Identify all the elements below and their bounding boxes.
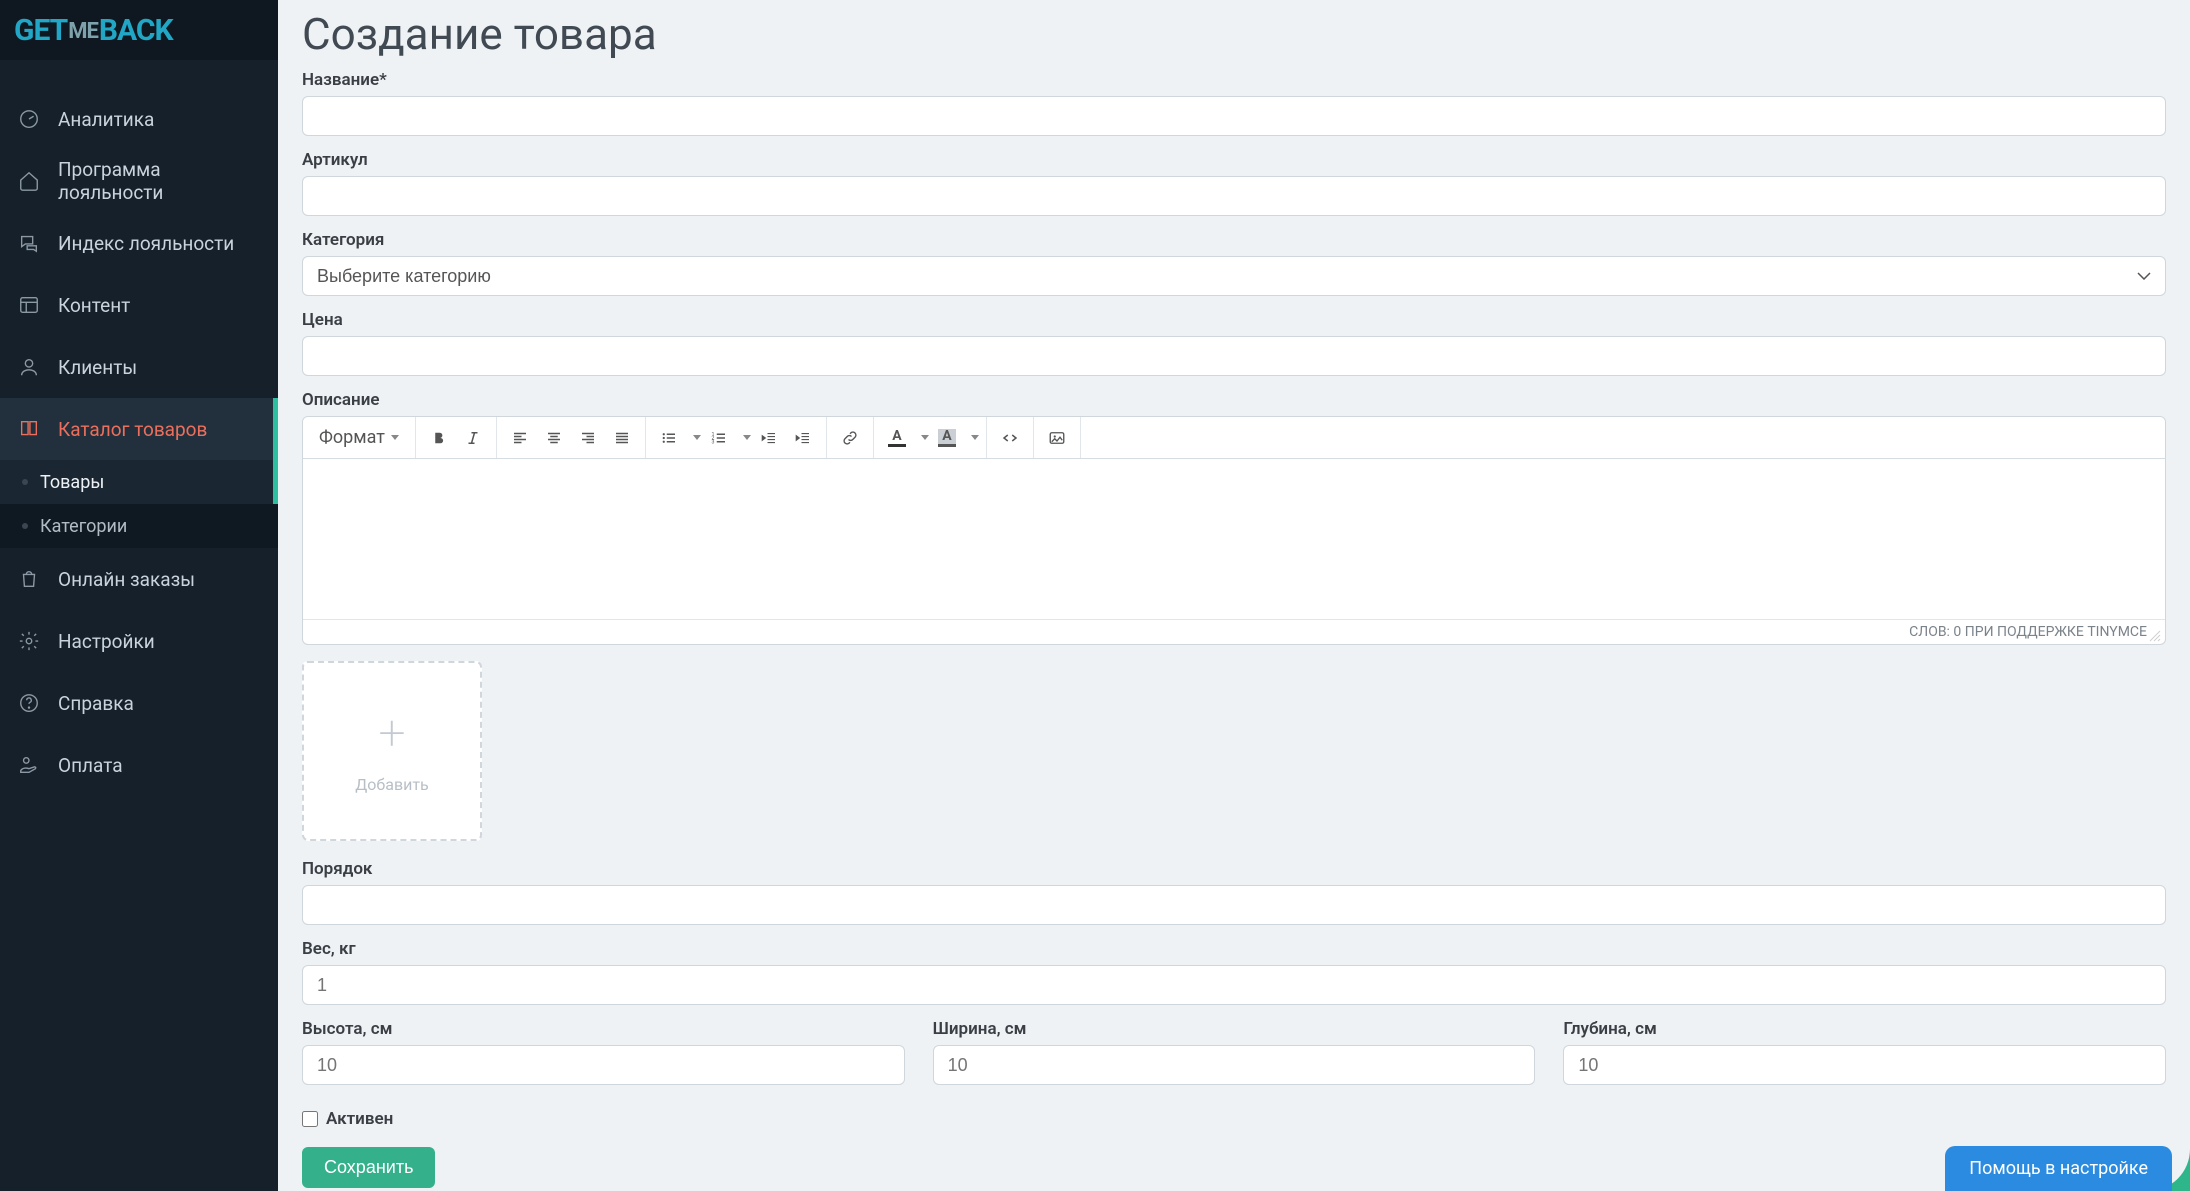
outdent-button[interactable] (752, 421, 786, 455)
editor-textarea[interactable] (303, 459, 2165, 619)
label-category: Категория (302, 230, 2166, 250)
height-input[interactable] (302, 1045, 905, 1085)
bullet-list-button[interactable] (652, 421, 686, 455)
sidebar-item-label: Каталог товаров (58, 418, 207, 441)
code-button[interactable] (993, 421, 1027, 455)
sidebar-item-label: Индекс лояльности (58, 232, 234, 255)
active-checkbox[interactable] (302, 1111, 318, 1127)
user-icon (18, 356, 40, 378)
depth-input[interactable] (1563, 1045, 2166, 1085)
sidebar-item-label: Настройки (58, 630, 155, 653)
save-button[interactable]: Сохранить (302, 1147, 435, 1188)
layout-icon (18, 294, 40, 316)
sidebar-item-clients[interactable]: Клиенты (0, 336, 278, 398)
help-widget[interactable]: Помощь в настройке (1945, 1146, 2172, 1191)
label-active[interactable]: Активен (326, 1109, 393, 1129)
bg-color-button[interactable]: A (930, 421, 964, 455)
bg-color-dropdown[interactable] (964, 421, 980, 455)
sidebar-item-loyalty-program[interactable]: Программа лояльности (0, 150, 278, 212)
sidebar-sub-categories[interactable]: Категории (0, 504, 278, 548)
label-weight: Вес, кг (302, 939, 2166, 959)
number-list-dropdown[interactable] (736, 421, 752, 455)
sidebar-item-settings[interactable]: Настройки (0, 610, 278, 672)
sidebar-item-payment[interactable]: Оплата (0, 734, 278, 796)
align-justify-button[interactable] (605, 421, 639, 455)
chat-icon (18, 232, 40, 254)
svg-text:3: 3 (711, 439, 714, 445)
editor-status: СЛОВ: 0 ПРИ ПОДДЕРЖКЕ TINYMCE (303, 619, 2165, 644)
logo-part-back: BACK (99, 13, 173, 48)
gauge-icon (18, 108, 40, 130)
hand-coin-icon (18, 754, 40, 776)
label-price: Цена (302, 310, 2166, 330)
number-list-button[interactable]: 123 (702, 421, 736, 455)
sidebar-item-catalog[interactable]: Каталог товаров (0, 398, 278, 460)
sidebar-item-label: Клиенты (58, 356, 137, 379)
label-depth: Глубина, см (1563, 1019, 2166, 1039)
italic-button[interactable] (456, 421, 490, 455)
align-right-button[interactable] (571, 421, 605, 455)
nav: Аналитика Программа лояльности Индекс ло… (0, 60, 278, 1191)
gear-icon (18, 630, 40, 652)
plus-icon: + (378, 709, 405, 757)
sidebar-item-label: Справка (58, 692, 134, 715)
main: Создание товара Название* Артикул Катего… (278, 0, 2190, 1191)
format-dropdown[interactable]: Формат (309, 421, 409, 455)
sidebar-item-label: Оплата (58, 754, 123, 777)
order-input[interactable] (302, 885, 2166, 925)
image-button[interactable] (1040, 421, 1074, 455)
align-center-button[interactable] (537, 421, 571, 455)
label-description: Описание (302, 390, 2166, 410)
sidebar-item-label: Аналитика (58, 108, 154, 131)
book-icon (18, 418, 40, 440)
sidebar-sub-products[interactable]: Товары (0, 460, 278, 504)
logo-part-me: ME (68, 19, 98, 44)
sidebar-item-label: Программа лояльности (58, 158, 260, 204)
indent-button[interactable] (786, 421, 820, 455)
sku-input[interactable] (302, 176, 2166, 216)
logo-part-get: GET (14, 13, 67, 48)
name-input[interactable] (302, 96, 2166, 136)
label-width: Ширина, см (933, 1019, 1536, 1039)
text-color-button[interactable]: A (880, 421, 914, 455)
logo: GETMEBACK (0, 0, 278, 60)
price-input[interactable] (302, 336, 2166, 376)
add-image-button[interactable]: + Добавить (302, 661, 482, 841)
page-title: Создание товара (302, 8, 2166, 60)
sidebar-item-orders[interactable]: Онлайн заказы (0, 548, 278, 610)
width-input[interactable] (933, 1045, 1536, 1085)
label-order: Порядок (302, 859, 2166, 879)
label-name: Название* (302, 70, 2166, 90)
align-left-button[interactable] (503, 421, 537, 455)
sidebar-item-content[interactable]: Контент (0, 274, 278, 336)
weight-input[interactable] (302, 965, 2166, 1005)
help-icon (18, 692, 40, 714)
home-icon (18, 170, 40, 192)
sidebar-item-label: Контент (58, 294, 130, 317)
sidebar-subnav: Товары Категории (0, 460, 278, 548)
link-button[interactable] (833, 421, 867, 455)
sidebar-item-analytics[interactable]: Аналитика (0, 88, 278, 150)
sidebar-item-label: Онлайн заказы (58, 568, 195, 591)
sidebar-sub-label: Категории (40, 516, 127, 537)
add-image-label: Добавить (355, 775, 428, 794)
sidebar-item-loyalty-index[interactable]: Индекс лояльности (0, 212, 278, 274)
editor-toolbar: Формат 123 (303, 417, 2165, 459)
sidebar-item-help[interactable]: Справка (0, 672, 278, 734)
sidebar: GETMEBACK Аналитика Программа лояльности… (0, 0, 278, 1191)
rich-editor: Формат 123 (302, 416, 2166, 645)
label-sku: Артикул (302, 150, 2166, 170)
sidebar-sub-label: Товары (40, 472, 104, 493)
bullet-list-dropdown[interactable] (686, 421, 702, 455)
category-select[interactable]: Выберите категорию (302, 256, 2166, 296)
text-color-dropdown[interactable] (914, 421, 930, 455)
bold-button[interactable] (422, 421, 456, 455)
resize-grip[interactable] (2149, 630, 2161, 642)
label-height: Высота, см (302, 1019, 905, 1039)
bag-icon (18, 568, 40, 590)
